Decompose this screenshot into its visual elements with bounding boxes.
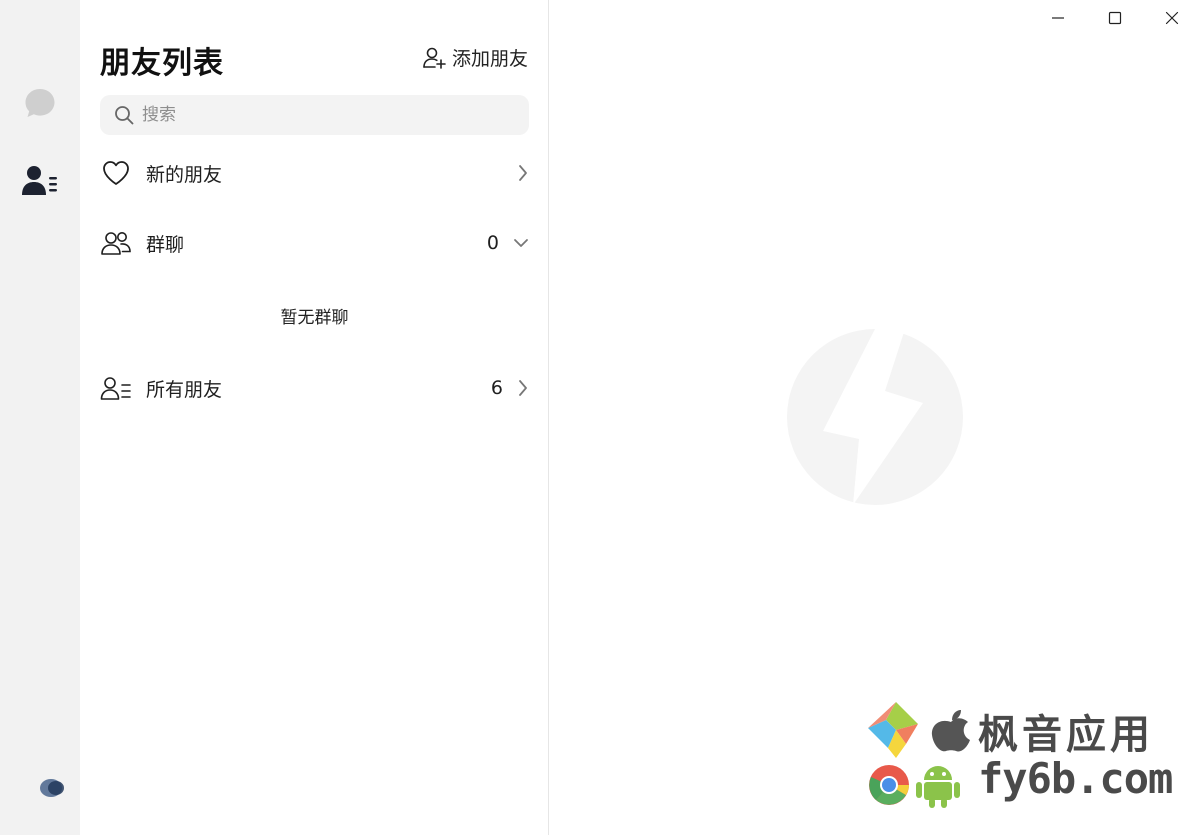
add-friend-button[interactable]: 添加朋友	[422, 44, 528, 71]
list-item-new-friends[interactable]: 新的朋友	[100, 148, 529, 198]
group-chat-count: 0	[486, 232, 499, 254]
watermark-text-cn: 枫音应用	[978, 712, 1154, 758]
maximize-button[interactable]	[1086, 0, 1143, 36]
chat-bubble-icon	[25, 89, 55, 117]
avatar-icon	[40, 779, 64, 797]
group-chat-empty-text: 暂无群聊	[280, 308, 349, 328]
apple-logo-icon	[931, 710, 970, 752]
all-friends-count: 6	[490, 377, 503, 399]
windows-logo-icon	[868, 702, 918, 758]
minimize-button[interactable]	[1029, 0, 1086, 36]
close-icon	[1165, 11, 1178, 25]
close-button[interactable]	[1143, 0, 1200, 36]
list-item-all-friends[interactable]: 所有朋友 6	[100, 363, 529, 413]
friends-panel: 朋友列表 添加朋友 新的朋友	[80, 0, 549, 835]
new-friends-label: 新的朋友	[146, 163, 223, 186]
nav-contacts-button[interactable]	[20, 161, 60, 201]
group-icon	[101, 232, 131, 255]
watermark-text-url: fy6b.com	[978, 754, 1173, 803]
contacts-list-icon	[100, 377, 131, 400]
nav-chat-button[interactable]	[20, 83, 60, 123]
main-area: 枫音应用 fy6b.com	[549, 0, 1200, 835]
add-user-icon	[423, 47, 446, 69]
search-box[interactable]	[100, 95, 529, 135]
chevron-right-icon	[519, 380, 527, 396]
add-friend-label: 添加朋友	[451, 48, 528, 70]
group-chat-label: 群聊	[146, 233, 185, 256]
search-input[interactable]	[142, 105, 502, 125]
maximize-icon	[1108, 11, 1121, 25]
page-title: 朋友列表	[100, 46, 224, 81]
app-window: 朋友列表 添加朋友 新的朋友	[0, 0, 1200, 835]
contacts-icon	[22, 166, 57, 195]
app-logo-icon	[787, 329, 963, 505]
watermark: 枫音应用 fy6b.com	[866, 700, 1176, 810]
list-item-group-chat[interactable]: 群聊 0	[100, 218, 529, 268]
avatar[interactable]	[36, 772, 66, 802]
android-logo-icon	[916, 766, 960, 808]
heart-icon	[103, 161, 129, 185]
search-icon	[115, 106, 134, 125]
nav-rail	[0, 0, 80, 835]
window-controls	[1029, 0, 1200, 36]
chevron-right-icon	[519, 165, 527, 181]
chrome-logo-icon	[869, 765, 909, 805]
all-friends-label: 所有朋友	[146, 378, 223, 401]
minimize-icon	[1051, 17, 1064, 19]
chevron-down-icon	[514, 239, 528, 247]
